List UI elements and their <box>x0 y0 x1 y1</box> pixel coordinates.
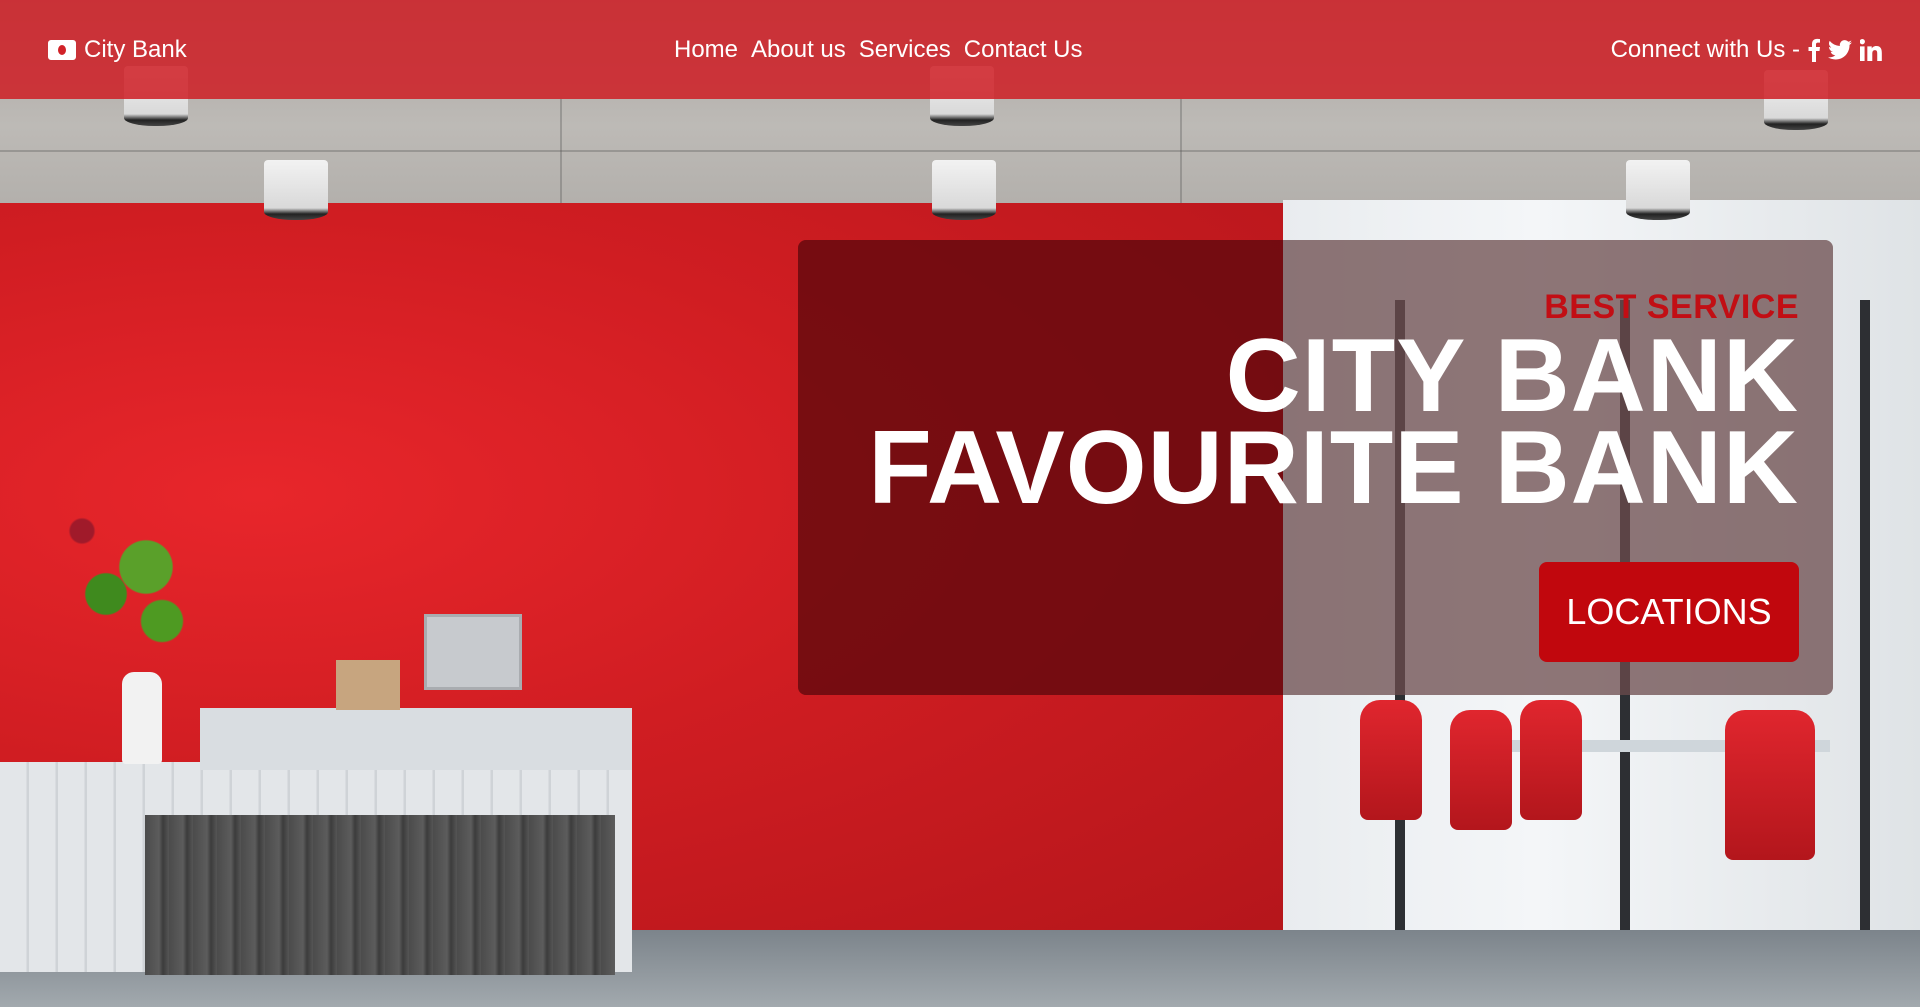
nav-item-contact-us[interactable]: Contact Us <box>964 36 1096 63</box>
ceiling-lamp <box>932 160 996 220</box>
brand-link[interactable]: City Bank <box>48 36 187 64</box>
headline-line-1: CITY BANK <box>1225 318 1799 434</box>
window-mullion <box>1860 300 1870 940</box>
social-connect: Connect with Us - <box>1611 36 1882 64</box>
vase <box>122 672 162 764</box>
facebook-icon[interactable] <box>1808 37 1820 63</box>
ceiling-lamp <box>264 160 328 220</box>
hero-content: BEST SERVICE CITY BANK FAVOURITE BANK LO… <box>798 240 1799 695</box>
brand-name: City Bank <box>84 36 187 63</box>
locations-button[interactable]: LOCATIONS <box>1539 562 1799 662</box>
plant <box>50 495 210 675</box>
nav-item-about-us[interactable]: About us <box>751 36 859 63</box>
nav-item-home[interactable]: Home <box>674 36 751 63</box>
hero-headline: CITY BANK FAVOURITE BANK <box>868 318 1799 526</box>
red-chair <box>1725 710 1815 860</box>
headline-line-2: FAVOURITE BANK <box>868 410 1799 526</box>
desk-top <box>200 708 632 770</box>
ceiling-seam <box>560 99 562 209</box>
ceiling-seam <box>0 150 1920 152</box>
connect-label: Connect with Us - <box>1610 36 1800 63</box>
main-nav: Home About us Services Contact Us <box>674 36 1096 64</box>
desk-panel <box>145 815 615 975</box>
cardboard-box <box>336 660 400 710</box>
ceiling-lamp <box>1626 160 1690 220</box>
navbar: City Bank Home About us Services Contact… <box>0 0 1920 99</box>
monitor <box>424 614 522 690</box>
linkedin-icon[interactable] <box>1860 37 1882 63</box>
nav-item-services[interactable]: Services <box>859 36 964 63</box>
red-chair <box>1450 710 1512 830</box>
red-chair <box>1360 700 1422 820</box>
ceiling-seam <box>1180 99 1182 209</box>
money-bill-icon <box>48 40 76 60</box>
twitter-icon[interactable] <box>1828 37 1852 63</box>
red-chair <box>1520 700 1582 820</box>
